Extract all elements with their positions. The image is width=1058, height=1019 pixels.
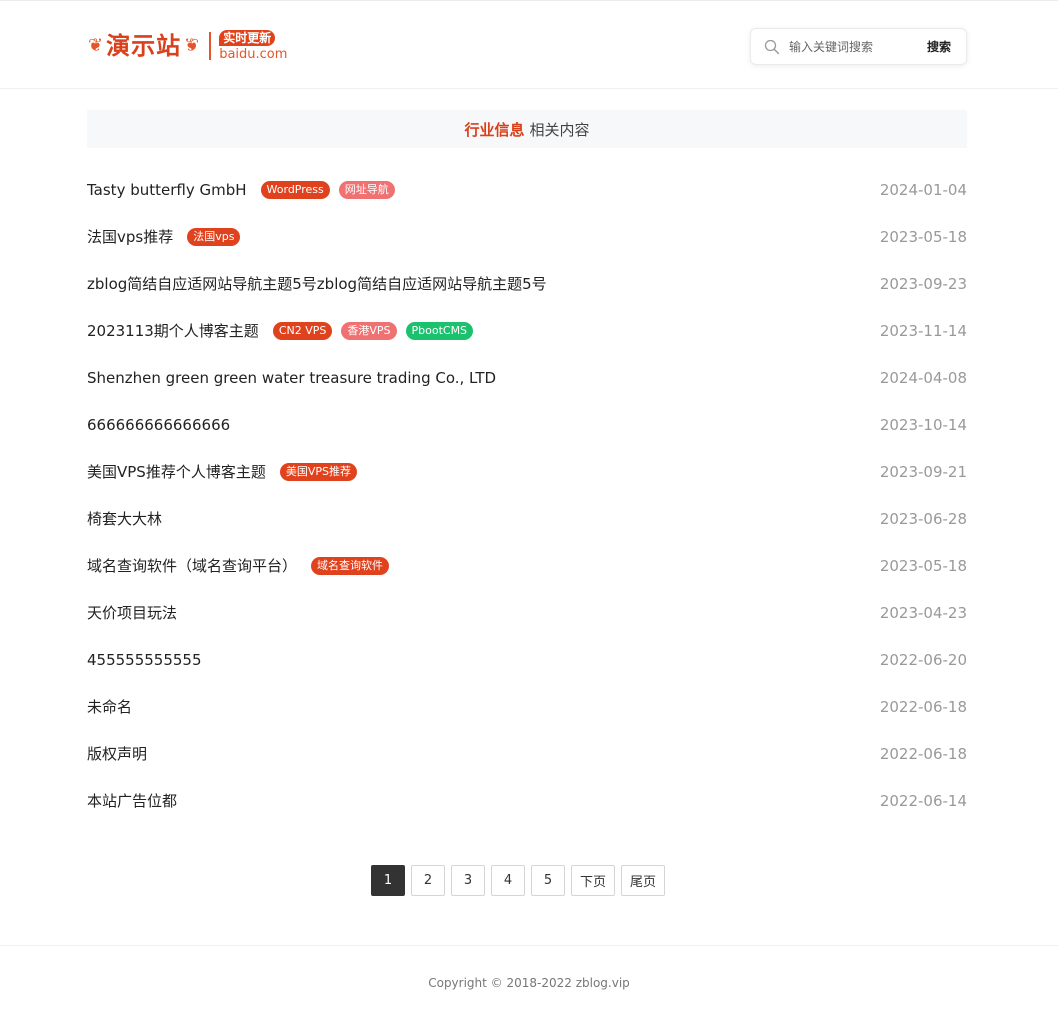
page-1-button[interactable]: 1	[371, 865, 405, 896]
article-date: 2022-06-18	[879, 697, 967, 716]
list-item-main: 椅套大大林	[87, 508, 162, 529]
article-date: 2023-09-21	[879, 462, 967, 481]
page-2-button[interactable]: 2	[411, 865, 445, 896]
article-title-link[interactable]: 2023113期个人博客主题	[87, 320, 259, 341]
list-item-main: Tasty butterfly GmbH WordPress 网址导航	[87, 180, 395, 199]
article-title-link[interactable]: 版权声明	[87, 743, 147, 764]
article-date: 2022-06-18	[879, 744, 967, 763]
tag-badge[interactable]: 美国VPS推荐	[279, 462, 357, 481]
logo-badge: 实时更新	[219, 29, 276, 46]
tag-badge[interactable]: 法国vps	[187, 227, 241, 246]
next-page-button[interactable]: 下页	[571, 865, 616, 896]
article-date: 2023-05-18	[879, 227, 967, 246]
search-form: 搜索	[750, 28, 967, 65]
list-item: Shenzhen green green water treasure trad…	[87, 354, 967, 401]
site-footer: Copyright © 2018-2022 zblog.vip	[0, 945, 1058, 1019]
list-item: 域名查询软件（域名查询平台） 域名查询软件 2023-05-18	[87, 542, 967, 589]
tag-badge[interactable]: 网址导航	[338, 180, 395, 199]
list-item: 天价项目玩法 2023-04-23	[87, 589, 967, 636]
laurel-right-icon: ❦	[184, 35, 200, 56]
site-logo[interactable]: ❦ 演示站 ❦ 实时更新 baidu.com	[88, 28, 287, 64]
article-date: 2023-11-14	[879, 321, 967, 340]
article-tags: CN2 VPS 香港VPS PbootCMS	[262, 321, 474, 340]
tag-badge[interactable]: CN2 VPS	[272, 321, 333, 340]
logo-divider	[209, 32, 212, 60]
site-header: ❦ 演示站 ❦ 实时更新 baidu.com 搜索	[0, 1, 1058, 89]
article-title-link[interactable]: 法国vps推荐	[87, 226, 173, 247]
section-title: 行业信息 相关内容	[87, 110, 967, 148]
page-3-button[interactable]: 3	[451, 865, 485, 896]
tag-badge[interactable]: PbootCMS	[405, 321, 474, 340]
list-item-main: 版权声明	[87, 743, 147, 764]
logo-domain: baidu.com	[219, 46, 288, 62]
list-item: 版权声明 2022-06-18	[87, 730, 967, 777]
article-title-link[interactable]: Tasty butterfly GmbH	[87, 181, 247, 199]
article-date: 2023-06-28	[879, 509, 967, 528]
article-list: Tasty butterfly GmbH WordPress 网址导航 2024-01…	[87, 166, 967, 824]
list-item: 未命名 2022-06-18	[87, 683, 967, 730]
tag-badge[interactable]: 域名查询软件	[311, 556, 390, 575]
list-item: 本站广告位都 2022-06-14	[87, 777, 967, 824]
list-item-main: 美国VPS推荐个人博客主题 美国VPS推荐	[87, 461, 357, 482]
list-item-main: 2023113期个人博客主题 CN2 VPS 香港VPS PbootCMS	[87, 320, 474, 341]
list-item: 美国VPS推荐个人博客主题 美国VPS推荐 2023-09-21	[87, 448, 967, 495]
list-item-main: 本站广告位都	[87, 790, 177, 811]
article-tags: 美国VPS推荐	[269, 462, 357, 481]
article-date: 2023-04-23	[879, 603, 967, 622]
pagination: 1 2 3 4 5 下页 尾页	[371, 865, 666, 896]
page-5-button[interactable]: 5	[531, 865, 565, 896]
list-item-main: 未命名	[87, 696, 132, 717]
list-item-main: Shenzhen green green water treasure trad…	[87, 369, 496, 387]
last-page-button[interactable]: 尾页	[621, 865, 666, 896]
article-date: 2023-10-14	[879, 415, 967, 434]
list-item-main: 666666666666666	[87, 416, 230, 434]
article-date: 2024-01-04	[879, 180, 967, 199]
list-item: zblog简结自应适网站导航主题5号zblog简结自应适网站导航主题5号 2023…	[87, 260, 967, 307]
logo-sub: 实时更新 baidu.com	[219, 29, 288, 63]
section-title-rest: 相关内容	[529, 120, 590, 139]
article-tags: 法国vps	[176, 227, 241, 246]
article-date: 2022-06-14	[879, 791, 967, 810]
article-title-link[interactable]: 椅套大大林	[87, 508, 162, 529]
article-tags: 域名查询软件	[300, 556, 390, 575]
article-date: 2024-04-08	[879, 368, 967, 387]
list-item: Tasty butterfly GmbH WordPress 网址导航 2024-01…	[87, 166, 967, 213]
logo-text: 演示站	[106, 32, 182, 60]
article-date: 2023-05-18	[879, 556, 967, 575]
article-title-link[interactable]: zblog简结自应适网站导航主题5号zblog简结自应适网站导航主题5号	[87, 273, 547, 294]
article-title-link[interactable]: 未命名	[87, 696, 132, 717]
list-item-main: 天价项目玩法	[87, 602, 177, 623]
list-item-main: 455555555555	[87, 651, 202, 669]
page-4-button[interactable]: 4	[491, 865, 525, 896]
article-title-link[interactable]: Shenzhen green green water treasure trad…	[87, 369, 496, 387]
search-input[interactable]	[789, 39, 917, 54]
section-title-accent: 行业信息	[464, 120, 525, 139]
list-item: 2023113期个人博客主题 CN2 VPS 香港VPS PbootCMS 2023-1…	[87, 307, 967, 354]
list-item: 666666666666666 2023-10-14	[87, 401, 967, 448]
list-item-main: 法国vps推荐 法国vps	[87, 226, 241, 247]
copyright-text: Copyright © 2018-2022 zblog.vip	[428, 975, 630, 990]
list-item-main: 域名查询软件（域名查询平台） 域名查询软件	[87, 555, 390, 576]
article-title-link[interactable]: 美国VPS推荐个人博客主题	[87, 461, 266, 482]
article-date: 2022-06-20	[879, 650, 967, 669]
search-button[interactable]: 搜索	[917, 38, 959, 55]
list-item: 椅套大大林 2023-06-28	[87, 495, 967, 542]
article-tags: WordPress 网址导航	[250, 180, 395, 199]
article-title-link[interactable]: 天价项目玩法	[87, 602, 177, 623]
list-item: 法国vps推荐 法国vps 2023-05-18	[87, 213, 967, 260]
article-title-link[interactable]: 666666666666666	[87, 416, 230, 434]
article-date: 2023-09-23	[879, 274, 967, 293]
list-item-main: zblog简结自应适网站导航主题5号zblog简结自应适网站导航主题5号	[87, 273, 547, 294]
list-item: 455555555555 2022-06-20	[87, 636, 967, 683]
tag-badge[interactable]: 香港VPS	[341, 321, 397, 340]
tag-badge[interactable]: WordPress	[260, 180, 330, 199]
laurel-left-icon: ❦	[88, 35, 104, 56]
article-title-link[interactable]: 本站广告位都	[87, 790, 177, 811]
search-icon	[755, 29, 789, 64]
article-title-link[interactable]: 域名查询软件（域名查询平台）	[87, 555, 297, 576]
article-title-link[interactable]: 455555555555	[87, 651, 202, 669]
